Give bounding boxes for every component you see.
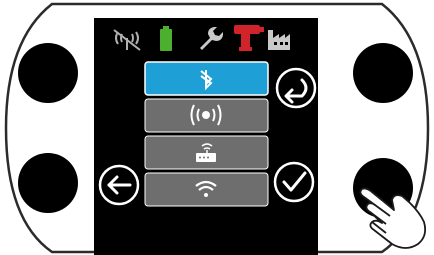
- left-arrow-button[interactable]: [98, 164, 140, 206]
- menu-item-router[interactable]: [144, 135, 269, 170]
- confirm-button[interactable]: [273, 161, 315, 203]
- top-left-hardware-button[interactable]: [18, 43, 78, 103]
- menu-item-radio-signal[interactable]: [144, 98, 269, 133]
- battery-icon: [160, 26, 172, 51]
- bottom-left-hardware-button[interactable]: [18, 153, 78, 213]
- device-stage: [0, 0, 434, 255]
- menu-item-bluetooth[interactable]: [144, 61, 269, 96]
- device-panel: [4, 2, 430, 255]
- top-right-hardware-button[interactable]: [353, 43, 413, 103]
- back-button[interactable]: [275, 67, 317, 109]
- menu-item-wifi[interactable]: [144, 172, 269, 207]
